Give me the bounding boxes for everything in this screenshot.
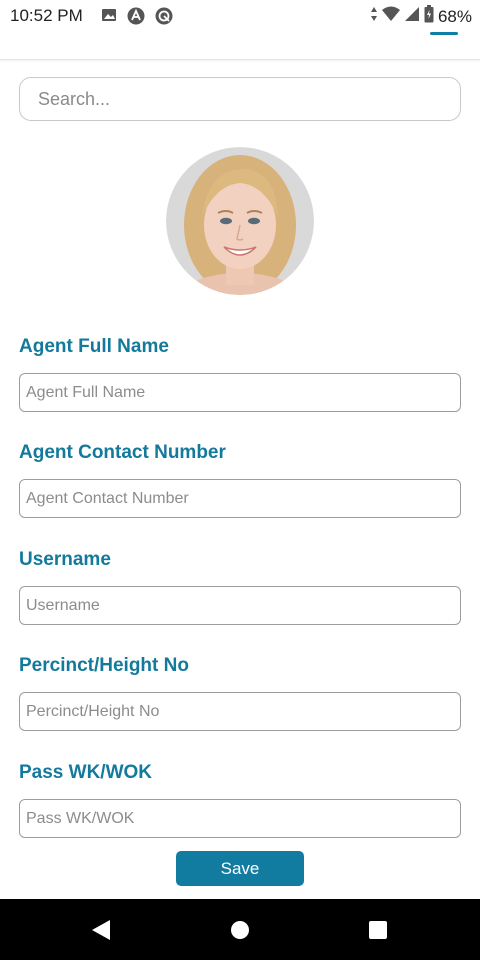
back-icon[interactable]	[91, 919, 111, 946]
status-right: 68%	[370, 5, 472, 28]
notification-icons	[101, 7, 173, 30]
battery-percent: 68%	[437, 6, 472, 26]
search-input[interactable]	[19, 77, 461, 121]
app-header	[0, 32, 480, 60]
save-button[interactable]: Save	[176, 851, 304, 886]
username-label: Username	[19, 549, 111, 570]
battery-icon	[424, 5, 434, 28]
agent-contact-number-input[interactable]	[19, 479, 461, 518]
system-nav-bar	[0, 899, 480, 960]
avatar[interactable]	[166, 147, 314, 295]
sync-icon	[155, 7, 173, 30]
data-arrows-icon	[370, 6, 378, 27]
pass-wk-wok-label: Pass WK/WOK	[19, 762, 153, 783]
agent-full-name-label: Agent Full Name	[19, 336, 169, 357]
image-icon	[101, 7, 117, 30]
precinct-height-input[interactable]	[19, 692, 461, 731]
agent-full-name-input[interactable]	[19, 373, 461, 412]
header-tab-indicator	[430, 32, 458, 35]
recents-icon[interactable]	[369, 921, 387, 939]
username-input[interactable]	[19, 586, 461, 625]
precinct-height-label: Percinct/Height No	[19, 655, 189, 676]
signal-icon	[404, 6, 420, 27]
status-bar: 10:52 PM 68%	[0, 0, 480, 32]
pass-wk-wok-input[interactable]	[19, 799, 461, 838]
wifi-icon	[381, 6, 400, 27]
status-time: 10:52 PM	[10, 6, 83, 25]
agent-contact-number-label: Agent Contact Number	[19, 442, 226, 463]
app-a-icon	[127, 7, 145, 30]
home-icon[interactable]	[231, 921, 249, 939]
